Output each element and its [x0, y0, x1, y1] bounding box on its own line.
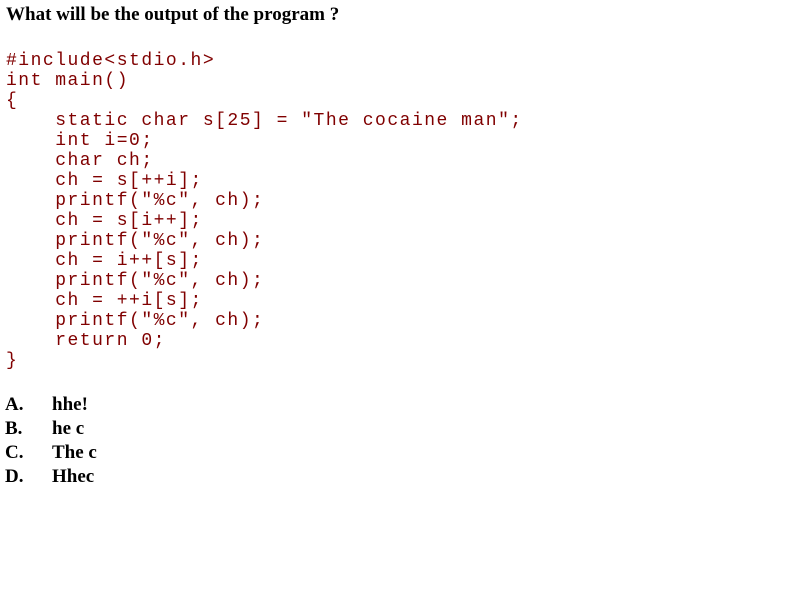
- code-line: ch = s[++i];: [6, 171, 203, 191]
- code-line: ch = ++i[s];: [6, 291, 203, 311]
- code-line: ch = i++[s];: [6, 251, 203, 271]
- code-line: int i=0;: [6, 131, 154, 151]
- option-text: hhe!: [52, 394, 88, 415]
- code-line: return 0;: [6, 331, 166, 351]
- option-text: he c: [52, 418, 85, 439]
- option-letter: D.: [5, 466, 24, 487]
- code-line: }: [6, 351, 19, 371]
- option-text: Hhec: [52, 466, 95, 487]
- option-text: The c: [52, 442, 97, 463]
- code-line: static char s[25] = "The cocaine man";: [6, 111, 523, 131]
- option-letter: C.: [5, 442, 24, 463]
- code-line: {: [6, 91, 19, 111]
- code-line: ch = s[i++];: [6, 211, 203, 231]
- code-line: #include<stdio.h>: [6, 51, 216, 71]
- code-line: printf("%c", ch);: [6, 231, 265, 251]
- code-line: char ch;: [6, 151, 154, 171]
- option-letter: A.: [5, 394, 24, 415]
- code-line: printf("%c", ch);: [6, 271, 265, 291]
- code-line: printf("%c", ch);: [6, 191, 265, 211]
- code-block: #include<stdio.h> int main(){ static char…: [6, 51, 523, 371]
- code-line: int main(): [6, 71, 130, 91]
- option-letter: B.: [5, 418, 23, 439]
- question-title: What will be the output of the program ?: [6, 4, 340, 25]
- code-line: printf("%c", ch);: [6, 311, 265, 331]
